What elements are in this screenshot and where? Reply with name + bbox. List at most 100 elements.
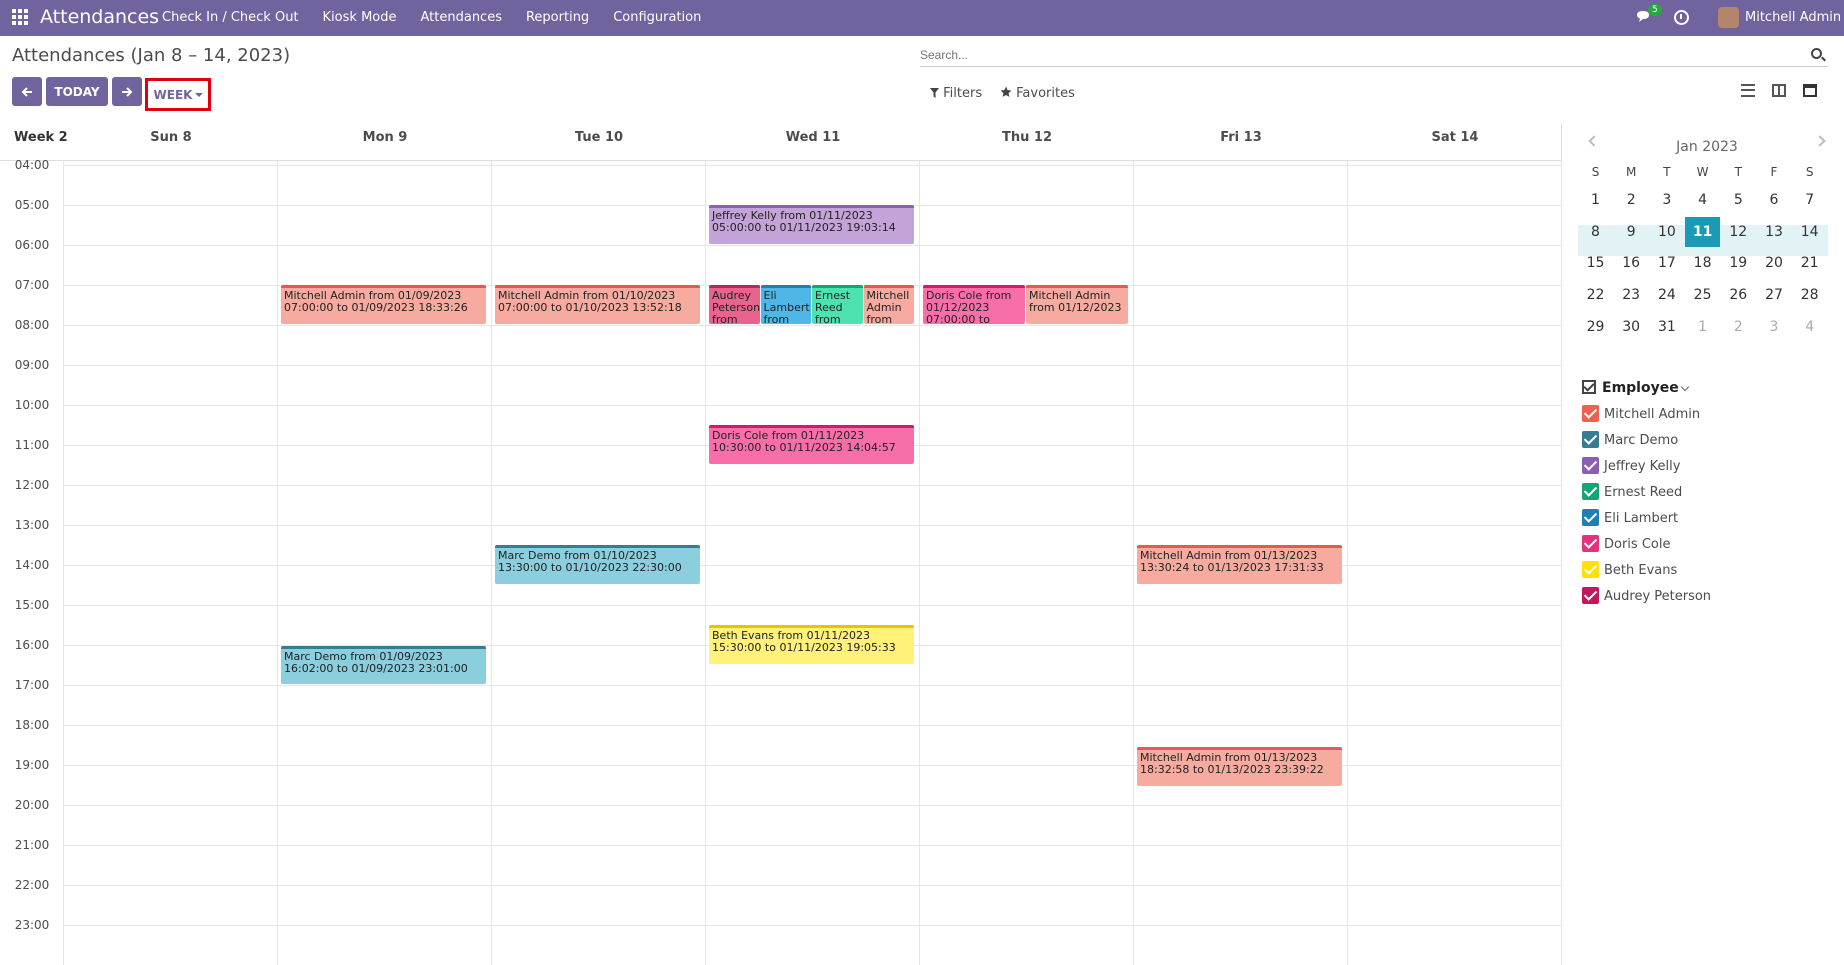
chevron-down-icon[interactable] — [1680, 382, 1689, 392]
kanban-view-icon[interactable] — [1772, 84, 1786, 97]
attendance-event[interactable]: Marc Demo from 01/10/2023 13:30:00 to 01… — [495, 545, 700, 584]
employee-filter-header[interactable]: Employee — [1582, 380, 1689, 396]
employee-filter-item[interactable]: Jeffrey Kelly — [1582, 457, 1680, 474]
mini-calendar-day[interactable]: 17 — [1649, 248, 1684, 278]
checkbox-icon[interactable] — [1582, 380, 1596, 394]
attendance-event[interactable]: Jeffrey Kelly from 01/11/2023 05:00:00 t… — [709, 205, 914, 244]
check-icon[interactable] — [1582, 405, 1599, 422]
today-button[interactable]: TODAY — [46, 77, 108, 106]
day-header[interactable]: Fri 13 — [1134, 130, 1348, 145]
mini-calendar-day[interactable]: 20 — [1757, 248, 1792, 278]
attendance-event[interactable]: Mitchell Admin from 01/10/2023 07:00:00 … — [495, 285, 700, 324]
employee-filter-item[interactable]: Ernest Reed — [1582, 483, 1682, 500]
calendar-view-icon[interactable] — [1803, 84, 1817, 97]
mini-calendar-day[interactable]: 26 — [1721, 280, 1756, 310]
attendance-event[interactable]: Doris Cole from 01/12/2023 07:00:00 to 0… — [923, 285, 1025, 324]
day-header[interactable]: Sat 14 — [1348, 130, 1562, 145]
mini-calendar-day[interactable]: 24 — [1649, 280, 1684, 310]
check-icon[interactable] — [1582, 587, 1599, 604]
mini-calendar-day[interactable]: 16 — [1614, 248, 1649, 278]
mini-calendar-day[interactable]: 30 — [1614, 312, 1649, 342]
check-icon[interactable] — [1582, 561, 1599, 578]
employee-filter-item[interactable]: Beth Evans — [1582, 561, 1677, 578]
attendance-event[interactable]: Mitchell Admin from 01/12/2023 — [1026, 285, 1128, 324]
attendance-event[interactable]: Mitchell Admin from 01/13/2023 13:30:24 … — [1137, 545, 1342, 584]
attendance-event[interactable]: Marc Demo from 01/09/2023 16:02:00 to 01… — [281, 646, 486, 684]
user-menu[interactable]: Mitchell Admin — [1745, 10, 1841, 25]
mini-calendar-day[interactable]: 5 — [1721, 185, 1756, 215]
check-icon[interactable] — [1582, 535, 1599, 552]
nav-menu-item[interactable]: Attendances — [421, 10, 502, 25]
calendar-grid[interactable]: 04:00 05:00 06:00 07:00 08:00 09:00 10:00 11:00… — [0, 158, 1562, 965]
mini-calendar-day[interactable]: 28 — [1792, 280, 1827, 310]
mini-calendar-day[interactable]: 27 — [1757, 280, 1792, 310]
app-brand[interactable]: Attendances — [40, 6, 159, 28]
next-button[interactable] — [112, 77, 142, 106]
user-avatar[interactable] — [1718, 7, 1739, 28]
list-view-icon[interactable] — [1741, 84, 1755, 97]
nav-menu-item[interactable]: Kiosk Mode — [323, 10, 397, 25]
day-header[interactable]: Tue 10 — [492, 130, 706, 145]
favorites-button[interactable]: Favorites — [1000, 86, 1075, 101]
attendance-event[interactable]: Mitchell Admin from 01/09/2023 07:00:00 … — [281, 285, 486, 324]
attendance-event[interactable]: Doris Cole from 01/11/2023 10:30:00 to 0… — [709, 425, 914, 464]
hour-label: 04:00 — [14, 158, 50, 172]
mini-calendar-day[interactable]: 2 — [1721, 312, 1756, 342]
check-icon[interactable] — [1582, 483, 1599, 500]
mini-calendar-day[interactable]: 2 — [1614, 185, 1649, 215]
mini-calendar-day[interactable]: 22 — [1578, 280, 1613, 310]
check-icon[interactable] — [1582, 457, 1599, 474]
check-icon[interactable] — [1582, 431, 1599, 448]
mini-calendar-day[interactable]: 3 — [1757, 312, 1792, 342]
attendance-event[interactable]: Ernest Reed from 01/11/2023 — [812, 285, 863, 324]
mini-calendar-day[interactable]: 25 — [1685, 280, 1720, 310]
mini-calendar-day[interactable]: 8 — [1578, 217, 1613, 247]
employee-filter-item[interactable]: Marc Demo — [1582, 431, 1678, 448]
day-header[interactable]: Wed 11 — [706, 130, 920, 145]
mini-calendar-day[interactable]: 18 — [1685, 248, 1720, 278]
attendance-event[interactable]: Mitchell Admin from 01/11/2023 — [863, 285, 914, 324]
attendance-event[interactable]: Beth Evans from 01/11/2023 15:30:00 to 0… — [709, 625, 914, 664]
mini-calendar-day[interactable]: 14 — [1792, 217, 1827, 247]
mini-calendar-day[interactable]: 1 — [1578, 185, 1613, 215]
mini-calendar-day[interactable]: 9 — [1614, 217, 1649, 247]
apps-menu-icon[interactable] — [12, 9, 28, 25]
nav-menu-item[interactable]: Check In / Check Out — [162, 10, 299, 25]
mini-calendar-day[interactable]: 15 — [1578, 248, 1613, 278]
scale-dropdown-button[interactable]: WEEK — [151, 82, 206, 107]
filters-button[interactable]: Filters — [930, 86, 982, 101]
mini-calendar-day[interactable]: 31 — [1649, 312, 1684, 342]
mini-calendar-day[interactable]: 3 — [1649, 185, 1684, 215]
activity-clock-icon[interactable] — [1674, 10, 1689, 25]
mini-calendar-day[interactable]: 12 — [1721, 217, 1756, 247]
hour-label: 13:00 — [14, 518, 50, 532]
mini-calendar-day[interactable]: 4 — [1685, 185, 1720, 215]
employee-filter-item[interactable]: Eli Lambert — [1582, 509, 1678, 526]
attendance-event[interactable]: Eli Lambert from 01/11/2023 — [760, 285, 811, 324]
attendance-event[interactable]: Mitchell Admin from 01/13/2023 18:32:58 … — [1137, 747, 1342, 786]
mini-calendar-day[interactable]: 7 — [1792, 185, 1827, 215]
mini-calendar-day[interactable]: 1 — [1685, 312, 1720, 342]
day-header[interactable]: Mon 9 — [278, 130, 492, 145]
nav-menu-item[interactable]: Reporting — [526, 10, 589, 25]
day-header[interactable]: Thu 12 — [920, 130, 1134, 145]
mini-calendar-day[interactable]: 4 — [1792, 312, 1827, 342]
employee-filter-item[interactable]: Mitchell Admin — [1582, 405, 1700, 422]
search-input[interactable] — [920, 44, 1800, 66]
previous-button[interactable] — [12, 77, 42, 106]
employee-filter-item[interactable]: Audrey Peterson — [1582, 587, 1711, 604]
mini-calendar-day[interactable]: 6 — [1757, 185, 1792, 215]
search-icon[interactable] — [1811, 48, 1822, 59]
mini-calendar-day[interactable]: 10 — [1649, 217, 1684, 247]
attendance-event[interactable]: Audrey Peterson from 01/11/2023 — [709, 285, 760, 324]
mini-calendar-day[interactable]: 19 — [1721, 248, 1756, 278]
mini-calendar-day[interactable]: 21 — [1792, 248, 1827, 278]
mini-calendar-day[interactable]: 23 — [1614, 280, 1649, 310]
mini-calendar-today[interactable]: 11 — [1685, 216, 1721, 247]
mini-calendar-day[interactable]: 13 — [1757, 217, 1792, 247]
nav-menu-item[interactable]: Configuration — [613, 10, 701, 25]
mini-calendar-day[interactable]: 29 — [1578, 312, 1613, 342]
day-header[interactable]: Sun 8 — [64, 130, 278, 145]
check-icon[interactable] — [1582, 509, 1599, 526]
employee-filter-item[interactable]: Doris Cole — [1582, 535, 1670, 552]
